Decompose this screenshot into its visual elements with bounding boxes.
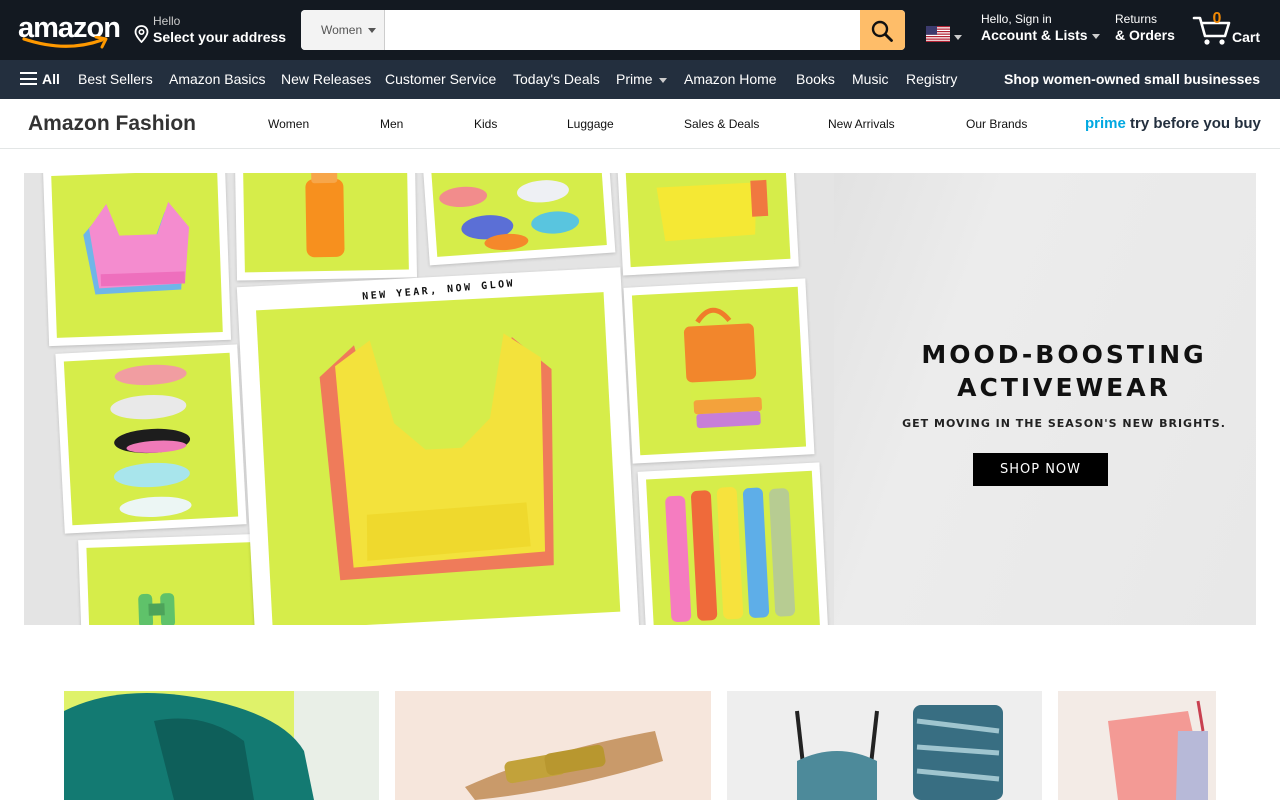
photo-water-bottle (234, 173, 418, 281)
green-dumbbells-image (138, 593, 176, 625)
chevron-down-icon (658, 77, 667, 83)
prime-try-before-you-buy[interactable]: prime try before you buy (1085, 115, 1261, 132)
photo-yellow-sports-bra (236, 267, 640, 625)
photo-sneakers-top-bg (431, 173, 607, 257)
yellow-top-image (656, 179, 769, 242)
search-category-dropdown[interactable]: Women (301, 10, 385, 50)
hero-banner[interactable]: NEW YEAR, NOW GLOW MOOD-BOOSTING ACTIVEW… (24, 173, 1256, 625)
fashion-store-navigation: Amazon Fashion Women Men Kids Luggage Sa… (0, 99, 1280, 149)
nav-registry[interactable]: Registry (906, 71, 957, 87)
search-button[interactable] (860, 10, 905, 50)
logo-smile-icon (22, 36, 108, 49)
category-tile-hoodie[interactable] (64, 691, 379, 800)
returns-and-orders[interactable]: Returns & Orders (1115, 12, 1175, 43)
account-and-lists[interactable]: Hello, Sign in Account & Lists (981, 12, 1100, 43)
photo-yellow-top-bg (625, 173, 791, 268)
orange-bag-image (683, 307, 762, 429)
returns-label: Returns (1115, 12, 1158, 26)
fashion-tab-men[interactable]: Men (380, 117, 403, 131)
cart-button[interactable]: 0 Cart (1192, 8, 1272, 52)
all-menu-button[interactable]: All (20, 71, 60, 87)
deliver-address-label: Select your address (153, 29, 287, 45)
cart-count: 0 (1212, 10, 1222, 27)
orange-bottle-image (305, 173, 345, 258)
photo-sneakers-column (55, 344, 247, 534)
shop-now-button[interactable]: SHOP NOW (973, 453, 1108, 486)
sneakers-column-image (110, 364, 192, 518)
account-greeting: Hello, Sign in (981, 12, 1052, 26)
photo-sneakers-top (422, 173, 616, 266)
prime-try-label: try before you buy (1125, 115, 1261, 132)
photo-orange-bag (623, 278, 815, 464)
photo-orange-bag-bg (631, 286, 807, 456)
sneakers-image (439, 180, 580, 251)
photo-water-bottle-bg (243, 173, 409, 273)
all-menu-label: All (42, 71, 60, 87)
hero-title-line1: MOOD-BOOSTING (921, 340, 1207, 369)
nav-amazon-home[interactable]: Amazon Home (684, 71, 777, 87)
photo-sneakers-column-bg (63, 352, 239, 526)
secondary-navigation: All Best Sellers Amazon Basics New Relea… (0, 60, 1280, 99)
amazon-fashion-brand[interactable]: Amazon Fashion (28, 112, 196, 136)
fashion-tab-sales-deals[interactable]: Sales & Deals (684, 117, 759, 131)
photo-dumbbells (78, 533, 264, 625)
chevron-down-icon (368, 28, 376, 33)
search-bar: Women (301, 10, 905, 50)
chevron-down-icon (1091, 33, 1100, 39)
pink-top-image (1058, 691, 1216, 800)
prime-wordmark: prime (1085, 115, 1126, 132)
fashion-tab-women[interactable]: Women (268, 117, 309, 131)
photo-pink-bra (42, 173, 232, 347)
search-icon (871, 20, 893, 42)
category-tile-tops[interactable] (1058, 691, 1216, 800)
nav-todays-deals[interactable]: Today's Deals (513, 71, 600, 87)
fashion-tab-new-arrivals[interactable]: New Arrivals (828, 117, 895, 131)
nav-women-owned-promo[interactable]: Shop women-owned small businesses (1004, 71, 1260, 87)
amazon-logo[interactable]: amazon (14, 10, 121, 50)
orders-label: & Orders (1115, 27, 1175, 43)
nav-amazon-basics[interactable]: Amazon Basics (169, 71, 265, 87)
search-input[interactable] (385, 10, 860, 50)
deliver-greeting: Hello (153, 14, 181, 28)
nav-music[interactable]: Music (852, 71, 889, 87)
hamburger-menu-icon (20, 72, 37, 85)
sandals-image (395, 691, 711, 800)
location-pin-icon (134, 25, 149, 43)
swimwear-image (727, 691, 1042, 800)
search-category-label: Women (321, 23, 363, 37)
nav-best-sellers[interactable]: Best Sellers (78, 71, 153, 87)
hero-title: MOOD-BOOSTING ACTIVEWEAR (904, 338, 1224, 404)
fashion-tab-our-brands[interactable]: Our Brands (966, 117, 1027, 131)
nav-prime-label: Prime (616, 71, 653, 87)
nav-prime[interactable]: Prime (616, 71, 667, 87)
nav-customer-service[interactable]: Customer Service (385, 71, 496, 87)
hero-subtitle: GET MOVING IN THE SEASON'S NEW BRIGHTS. (902, 417, 1226, 430)
account-lists-row: Account & Lists (981, 27, 1100, 43)
account-lists-label: Account & Lists (981, 27, 1088, 43)
photo-yellow-sports-bra-bg (256, 292, 621, 625)
nav-new-releases[interactable]: New Releases (281, 71, 371, 87)
leggings-image (665, 487, 796, 623)
category-tile-sandals[interactable] (395, 691, 711, 800)
fashion-tab-luggage[interactable]: Luggage (567, 117, 614, 131)
photo-dumbbells-bg (86, 542, 256, 625)
pink-sports-bra-image (83, 201, 190, 295)
green-hoodie-image (64, 691, 379, 800)
fashion-tab-kids[interactable]: Kids (474, 117, 497, 131)
hero-title-line2: ACTIVEWEAR (957, 373, 1171, 402)
cart-label: Cart (1232, 29, 1261, 45)
nav-books[interactable]: Books (796, 71, 835, 87)
category-tile-swimwear[interactable] (727, 691, 1042, 800)
language-chevron-down-icon[interactable] (954, 35, 962, 40)
yellow-sports-bra-image (319, 333, 554, 581)
activewear-photo-collage: NEW YEAR, NOW GLOW (24, 173, 834, 625)
photo-leggings (637, 462, 829, 625)
us-flag-icon[interactable] (926, 26, 950, 42)
photo-pink-bra-bg (51, 173, 223, 338)
photo-leggings-bg (646, 470, 820, 625)
photo-yellow-top (617, 173, 799, 276)
top-navigation-bar: amazon Hello Select your address Women H… (0, 0, 1280, 60)
